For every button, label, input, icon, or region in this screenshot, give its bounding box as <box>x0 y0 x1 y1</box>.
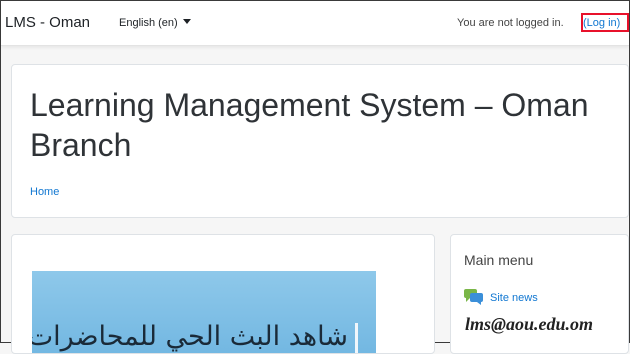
language-menu[interactable]: English (en) <box>119 17 191 29</box>
site-brand[interactable]: LMS - Oman <box>5 14 90 31</box>
sidebar-item-label: Site news <box>490 292 538 304</box>
login-link[interactable]: (Log in) <box>583 17 620 29</box>
caret-down-icon <box>182 19 191 24</box>
banner-divider <box>355 323 358 353</box>
banner-text: شاهد البث الحي للمحاضرات <box>32 321 348 352</box>
main-menu-block: Main menu Site news <box>450 234 629 354</box>
login-status-text: You are not logged in. <box>457 17 564 29</box>
breadcrumb-home[interactable]: Home <box>30 186 59 198</box>
live-stream-banner[interactable]: شاهد البث الحي للمحاضرات <box>32 271 376 353</box>
chat-bubbles-icon <box>464 289 483 305</box>
support-email: lms@aou.edu.om <box>465 314 593 334</box>
page-header: Learning Management System – Oman Branch… <box>11 64 629 218</box>
main-content-card: شاهد البث الحي للمحاضرات <box>11 234 435 354</box>
top-navbar: LMS - Oman English (en) You are not logg… <box>1 1 629 46</box>
page-title: Learning Management System – Oman Branch <box>30 87 589 163</box>
language-label: English (en) <box>119 17 178 29</box>
main-menu-title: Main menu <box>464 252 534 268</box>
